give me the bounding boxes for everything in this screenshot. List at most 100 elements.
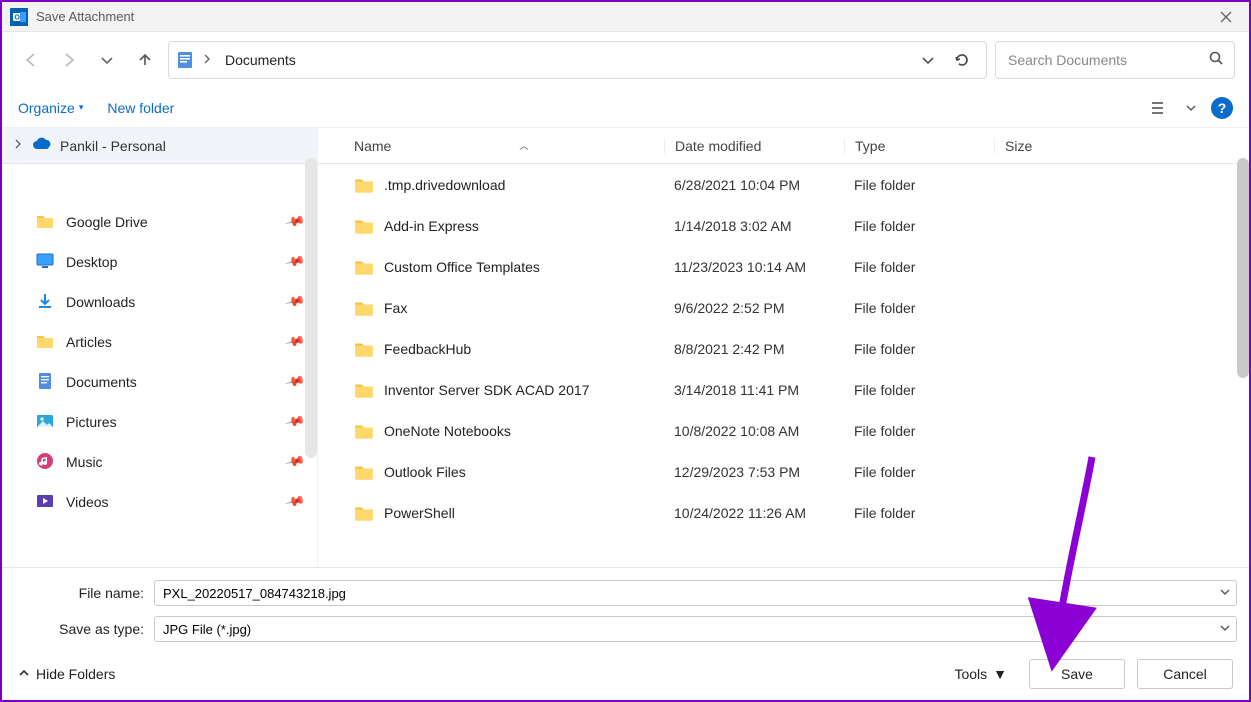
file-row[interactable]: .tmp.drivedownload6/28/2021 10:04 PMFile… [318,164,1249,205]
column-size[interactable]: Size [994,138,1094,154]
sidebar-item-label: Desktop [66,254,117,270]
sidebar-item-desktop[interactable]: Desktop 📌 [22,242,309,282]
file-type: File folder [844,464,994,480]
column-name[interactable]: Name ︿ [354,138,664,154]
file-type: File folder [844,505,994,521]
file-row[interactable]: Fax9/6/2022 2:52 PMFile folder [318,287,1249,328]
sidebar-item-label: Articles [66,334,112,350]
sidebar-item-downloads[interactable]: Downloads 📌 [22,282,309,322]
file-row[interactable]: Custom Office Templates11/23/2023 10:14 … [318,246,1249,287]
filename-label: File name: [14,585,154,601]
organize-menu[interactable]: Organize ▾ [18,100,83,116]
nav-forward-button[interactable] [54,45,84,75]
search-box[interactable] [995,41,1235,79]
sidebar-item-music[interactable]: Music 📌 [22,442,309,482]
folder-icon [354,462,374,482]
file-name: PowerShell [384,505,664,521]
file-type: File folder [844,177,994,193]
music-icon [36,452,54,473]
folder-icon [354,339,374,359]
download-icon [36,292,54,313]
sidebar-item-label: Pictures [66,414,117,430]
address-history-button[interactable] [918,50,938,70]
column-name-label: Name [354,138,391,154]
folder-icon [354,216,374,236]
sidebar-item-label: Google Drive [66,214,148,230]
address-bar[interactable]: Documents [168,41,987,79]
nav-back-button[interactable] [16,45,46,75]
file-date: 10/8/2022 10:08 AM [664,423,844,439]
pin-icon[interactable]: 📌 [284,411,306,433]
view-options-button[interactable] [1149,97,1171,119]
refresh-button[interactable] [952,50,972,70]
sidebar-item-label: Documents [66,374,137,390]
saveas-field[interactable]: JPG File (*.jpg) [154,616,1237,642]
folder-icon [354,257,374,277]
sidebar-item-videos[interactable]: Videos📌 [22,482,309,522]
sidebar-item-label: Music [66,454,103,470]
search-input[interactable] [1006,51,1208,69]
file-type: File folder [844,341,994,357]
cancel-button[interactable]: Cancel [1137,659,1233,689]
chevron-right-icon[interactable] [201,54,213,67]
pin-icon[interactable]: 📌 [284,291,306,313]
file-row[interactable]: Outlook Files12/29/2023 7:53 PMFile fold… [318,451,1249,492]
file-date: 6/28/2021 10:04 PM [664,177,844,193]
sidebar-scrollbar[interactable] [305,158,317,458]
folder-icon [354,380,374,400]
videos-icon [36,492,54,513]
saveas-value: JPG File (*.jpg) [163,622,251,637]
breadcrumb-documents[interactable]: Documents [219,48,302,72]
hide-folders-label: Hide Folders [36,666,115,682]
save-button[interactable]: Save [1029,659,1125,689]
pin-icon[interactable]: 📌 [284,251,306,273]
pin-icon[interactable]: 📌 [284,451,306,473]
sidebar-item-google-drive[interactable]: Google Drive 📌 [22,202,309,242]
file-row[interactable]: Inventor Server SDK ACAD 20173/14/2018 1… [318,369,1249,410]
hide-folders-button[interactable]: Hide Folders [18,666,115,682]
filelist-scrollbar[interactable] [1237,158,1249,378]
sidebar-item-pictures[interactable]: Pictures 📌 [22,402,309,442]
new-folder-label: New folder [107,100,174,116]
file-type: File folder [844,423,994,439]
sidebar-item-documents[interactable]: Documents 📌 [22,362,309,402]
folder-icon [36,332,54,353]
caret-down-icon: ▾ [79,102,84,113]
file-date: 3/14/2018 11:41 PM [664,382,844,398]
pin-icon[interactable]: 📌 [284,491,306,513]
sidebar-item-articles[interactable]: Articles 📌 [22,322,309,362]
column-date[interactable]: Date modified [664,138,844,154]
file-name: Custom Office Templates [384,259,664,275]
sidebar-root-item[interactable]: Pankil - Personal [2,128,317,164]
help-button[interactable]: ? [1211,97,1233,119]
file-row[interactable]: PowerShell10/24/2022 11:26 AMFile folder [318,492,1249,533]
file-name: OneNote Notebooks [384,423,664,439]
file-name: .tmp.drivedownload [384,177,664,193]
sidebar-item-label: Downloads [66,294,135,310]
pin-icon[interactable]: 📌 [284,371,306,393]
search-icon[interactable] [1208,50,1224,71]
filename-field[interactable]: PXL_20220517_084743218.jpg [154,580,1237,606]
file-row[interactable]: Add-in Express1/14/2018 3:02 AMFile fold… [318,205,1249,246]
filename-dropdown-icon[interactable] [1220,587,1230,600]
pin-icon[interactable]: 📌 [284,211,306,233]
pin-icon[interactable]: 📌 [284,331,306,353]
file-date: 1/14/2018 3:02 AM [664,218,844,234]
svg-text:O: O [15,14,21,21]
nav-up-button[interactable] [130,45,160,75]
caret-down-icon: ▼ [993,666,1007,682]
saveas-dropdown-icon[interactable] [1220,623,1230,636]
sort-indicator-icon: ︿ [519,139,528,152]
column-type[interactable]: Type [844,138,994,154]
file-list-area: Name ︿ Date modified Type Size .tmp.drive… [318,128,1249,567]
close-button[interactable] [1211,7,1241,27]
new-folder-button[interactable]: New folder [107,100,174,116]
folder-icon [354,175,374,195]
file-row[interactable]: FeedbackHub8/8/2021 2:42 PMFile folder [318,328,1249,369]
file-name: Add-in Express [384,218,664,234]
nav-recent-button[interactable] [92,45,122,75]
file-type: File folder [844,218,994,234]
tools-menu[interactable]: Tools ▼ [954,666,1007,682]
view-options-dropdown[interactable] [1185,97,1197,119]
file-row[interactable]: OneNote Notebooks10/8/2022 10:08 AMFile … [318,410,1249,451]
